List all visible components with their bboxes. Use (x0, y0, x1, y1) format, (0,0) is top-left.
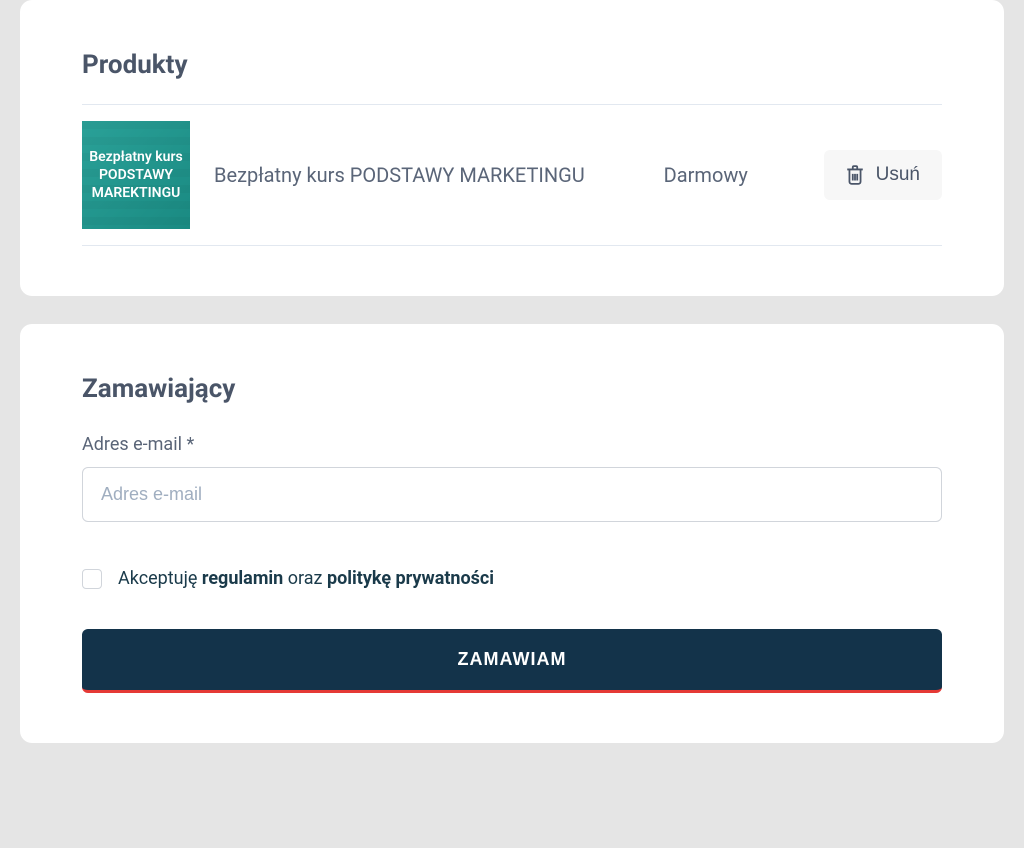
terms-link-regulamin[interactable]: regulamin (202, 568, 283, 589)
submit-button[interactable]: ZAMAWIAM (82, 629, 942, 693)
email-field[interactable] (82, 467, 942, 522)
remove-button-label: Usuń (876, 164, 920, 186)
terms-label: Akceptuję regulamin oraz politykę prywat… (118, 568, 494, 589)
products-title: Produkty (82, 50, 942, 80)
remove-button[interactable]: Usuń (824, 150, 942, 200)
product-thumbnail: Bezpłatny kurs PODSTAWY MAREKTINGU (82, 121, 190, 229)
customer-card: Zamawiający Adres e-mail * Akceptuję reg… (20, 324, 1004, 743)
product-price: Darmowy (624, 163, 824, 187)
trash-icon (846, 165, 864, 185)
terms-row: Akceptuję regulamin oraz politykę prywat… (82, 568, 942, 589)
thumb-text-line: Bezpłatny kurs (89, 148, 182, 166)
thumb-text-line: PODSTAWY (89, 166, 182, 184)
terms-text-middle: oraz (283, 568, 327, 589)
thumb-text-line: MAREKTINGU (89, 184, 182, 202)
product-name: Bezpłatny kurs PODSTAWY MARKETINGU (190, 160, 624, 190)
terms-text-prefix: Akceptuję (118, 568, 202, 589)
terms-checkbox[interactable] (82, 569, 102, 589)
customer-title: Zamawiający (82, 374, 942, 404)
terms-link-privacy[interactable]: politykę prywatności (327, 568, 494, 589)
email-label: Adres e-mail * (82, 434, 942, 455)
divider (82, 245, 942, 246)
products-card: Produkty Bezpłatny kurs PODSTAWY MAREKTI… (20, 0, 1004, 296)
product-row: Bezpłatny kurs PODSTAWY MAREKTINGU Bezpł… (82, 105, 942, 245)
